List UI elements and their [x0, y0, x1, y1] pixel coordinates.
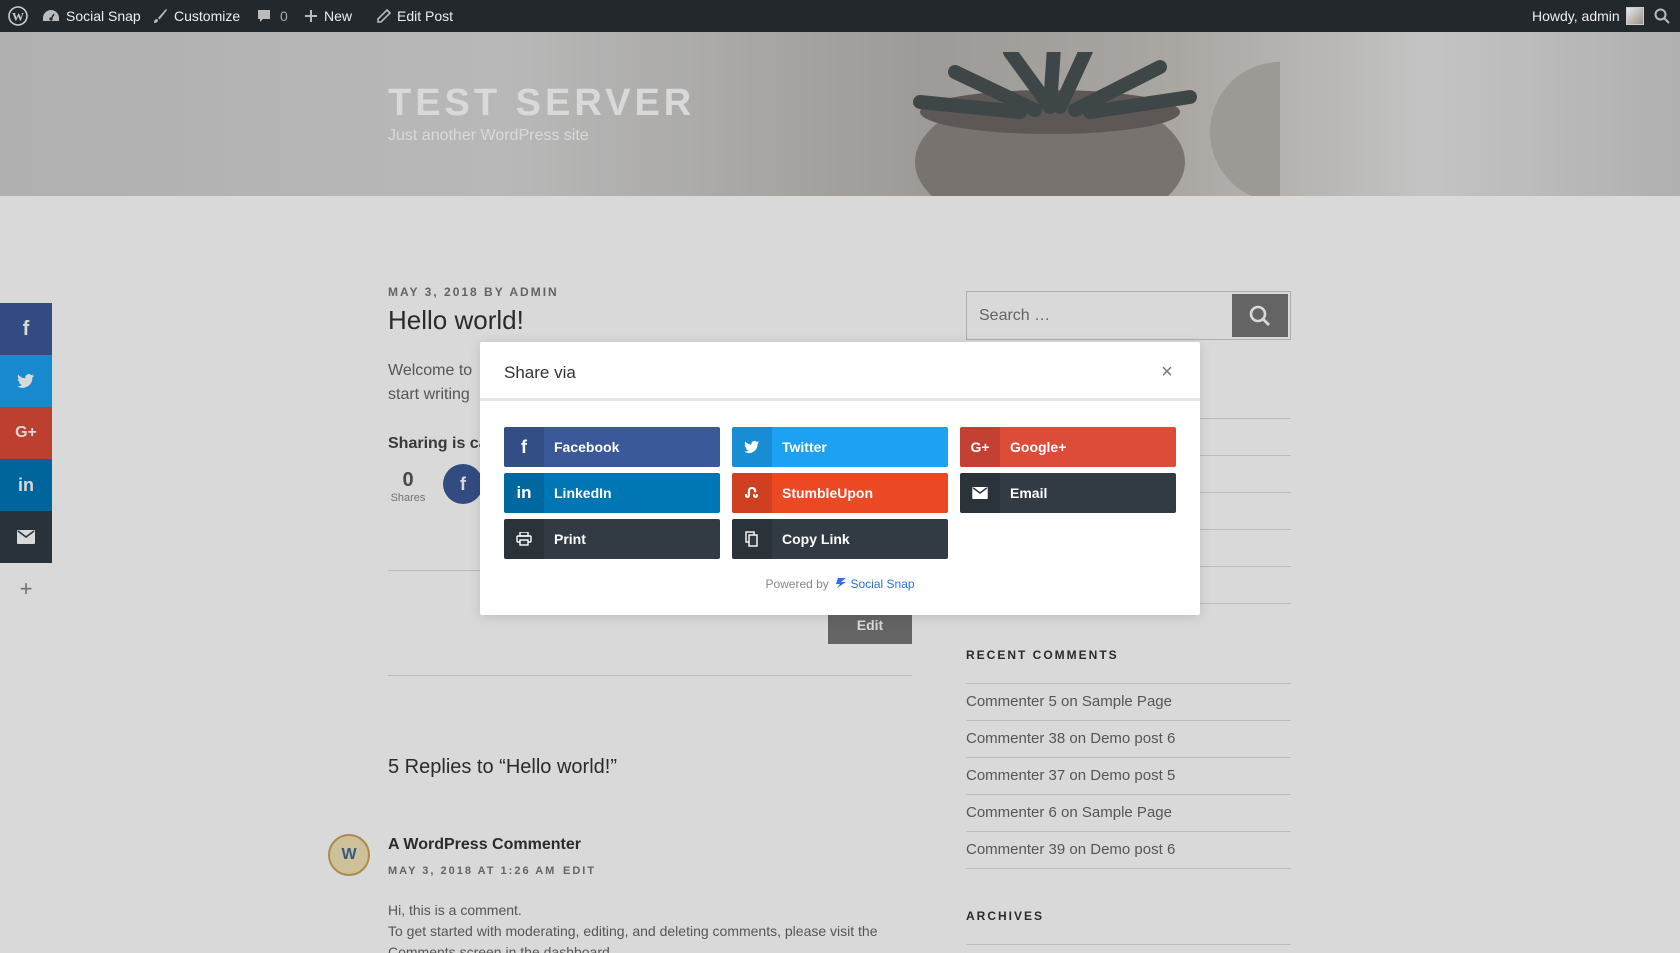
plus-icon [305, 10, 317, 22]
share-button-label: Google+ [1010, 439, 1067, 455]
share-twitter-button[interactable]: Twitter [732, 427, 948, 467]
share-email-button[interactable]: Email [960, 473, 1176, 513]
share-modal-title: Share via [504, 363, 576, 382]
share-button-label: Print [554, 531, 586, 547]
powered-by: Powered by Social Snap [480, 577, 1200, 591]
customize-link[interactable]: Customize [152, 0, 240, 32]
share-modal-header: Share via × [480, 342, 1200, 401]
close-icon[interactable]: × [1158, 362, 1176, 382]
stumbleupon-icon [732, 473, 772, 513]
brush-icon [154, 9, 167, 23]
share-button-label: Facebook [554, 439, 620, 455]
admin-bar: W Social Snap Customize 0 New Edit Post … [0, 0, 1680, 32]
powered-by-prefix: Powered by [765, 577, 829, 591]
edit-post-label: Edit Post [397, 8, 454, 24]
new-label: New [324, 8, 353, 24]
social-snap-link[interactable]: Social Snap [851, 577, 915, 591]
google-plus-icon: G+ [960, 427, 1000, 467]
comment-bubble-icon [258, 10, 270, 22]
admin-search-icon[interactable] [1654, 0, 1670, 32]
comments-count: 0 [280, 8, 288, 24]
my-account-menu[interactable]: Howdy, admin [1532, 0, 1644, 32]
dashboard-icon [43, 10, 59, 21]
howdy-label: Howdy, admin [1532, 8, 1620, 24]
customize-label: Customize [174, 8, 241, 24]
wordpress-logo-icon[interactable]: W [8, 0, 28, 32]
share-button-label: LinkedIn [554, 485, 612, 501]
share-button-label: StumbleUpon [782, 485, 873, 501]
twitter-icon [732, 427, 772, 467]
share-button-label: Email [1010, 485, 1048, 501]
new-content-link[interactable]: New [304, 0, 352, 32]
pencil-icon [377, 8, 391, 23]
email-icon [960, 473, 1000, 513]
share-button-label: Twitter [782, 439, 827, 455]
share-stumbleupon-button[interactable]: StumbleUpon [732, 473, 948, 513]
share-print-button[interactable]: Print [504, 519, 720, 559]
share-facebook-button[interactable]: f Facebook [504, 427, 720, 467]
edit-post-link[interactable]: Edit Post [376, 0, 453, 32]
print-icon [504, 519, 544, 559]
avatar [1625, 7, 1644, 25]
comments-link[interactable]: 0 [256, 0, 288, 32]
share-copy-link-button[interactable]: Copy Link [732, 519, 948, 559]
svg-text:W: W [12, 10, 24, 24]
share-google-plus-button[interactable]: G+ Google+ [960, 427, 1176, 467]
site-name-link[interactable]: Social Snap [42, 0, 141, 32]
linkedin-icon: in [504, 473, 544, 513]
social-snap-logo-icon [836, 578, 847, 588]
copy-icon [732, 519, 772, 559]
share-linkedin-button[interactable]: in LinkedIn [504, 473, 720, 513]
site-name-label: Social Snap [66, 8, 141, 24]
share-button-label: Copy Link [782, 531, 850, 547]
facebook-icon: f [504, 427, 544, 467]
share-modal: Share via × f Facebook Twitter G+ Google… [480, 342, 1200, 615]
